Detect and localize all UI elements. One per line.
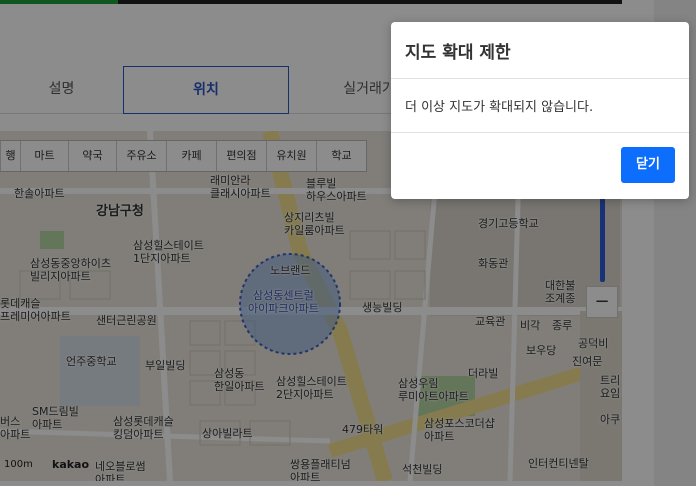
close-button[interactable]: 닫기 <box>621 147 675 183</box>
zoom-limit-dialog: 지도 확대 제한 더 이상 지도가 확대되지 않습니다. 닫기 <box>391 22 689 199</box>
dialog-title: 지도 확대 제한 <box>405 43 511 63</box>
dialog-message: 더 이상 지도가 확대되지 않습니다. <box>391 79 689 133</box>
dialog-footer: 닫기 <box>391 133 689 197</box>
dialog-header: 지도 확대 제한 <box>391 22 689 79</box>
